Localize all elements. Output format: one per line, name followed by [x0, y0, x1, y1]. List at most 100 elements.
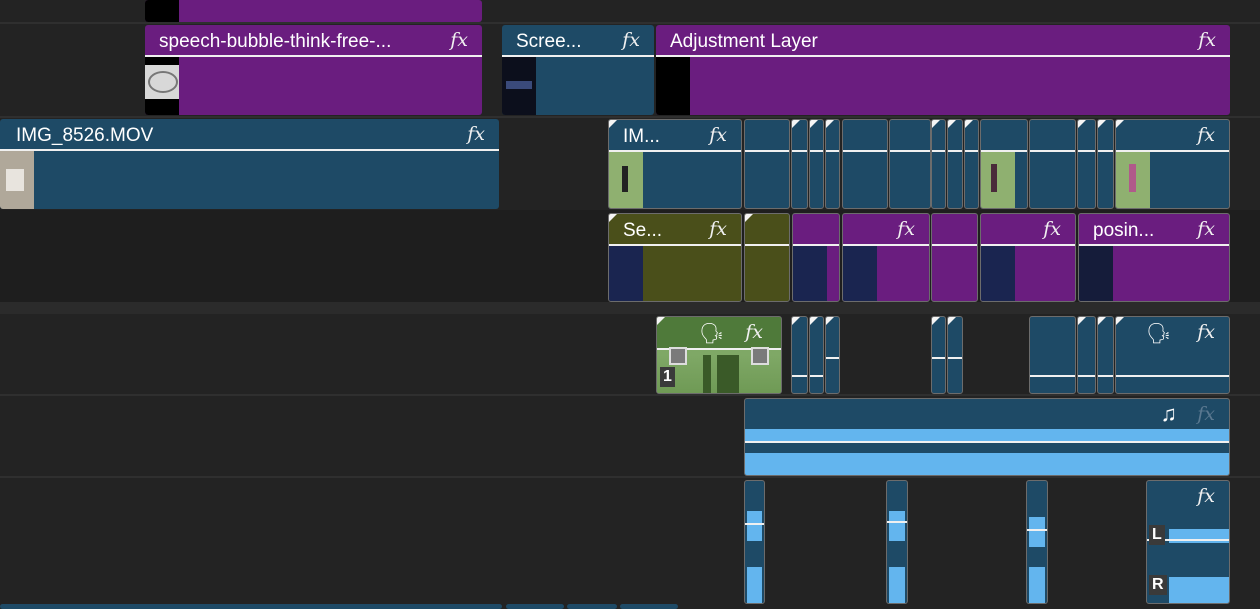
clip-short[interactable] — [889, 119, 931, 209]
audio-clip-short[interactable] — [791, 316, 808, 394]
fx-badge[interactable]: fx — [745, 321, 763, 343]
clip-purple-b[interactable]: fx — [980, 213, 1076, 302]
clip-short[interactable] — [931, 119, 946, 209]
clip-im[interactable]: IM... fx — [608, 119, 742, 209]
waveform — [1029, 517, 1045, 547]
fx-badge[interactable]: fx — [467, 123, 485, 145]
keyframe-handle-out[interactable] — [751, 347, 769, 365]
clip-thumbnail — [1116, 152, 1150, 208]
clip-marker — [1116, 317, 1124, 325]
clip-short[interactable] — [1077, 119, 1096, 209]
clip-header-line — [810, 150, 823, 152]
fx-badge[interactable]: fx — [709, 218, 727, 240]
clip-label: IM... — [623, 126, 660, 147]
audio-clip-short[interactable] — [1026, 480, 1048, 604]
clip-label: Scree... — [516, 31, 582, 52]
track-divider — [0, 22, 1260, 24]
audio-clip-short[interactable] — [1097, 316, 1114, 394]
clip-thumbnail — [843, 246, 877, 301]
thumbnail-image — [6, 169, 24, 191]
fx-badge[interactable]: fx — [622, 29, 640, 51]
thumbnail-image — [506, 81, 532, 89]
clip-bottom-partial[interactable] — [567, 604, 617, 609]
fx-badge[interactable]: fx — [1197, 218, 1215, 240]
clip-marker — [948, 317, 956, 325]
volume-line — [1116, 375, 1229, 377]
clip-label: IMG_8526.MOV — [16, 125, 154, 146]
audio-clip-short[interactable] — [931, 316, 946, 394]
volume-line — [887, 521, 907, 523]
audio-clip-short[interactable] — [809, 316, 824, 394]
clip-purple-short[interactable] — [931, 213, 978, 302]
clip-stereo[interactable]: fx L R — [1146, 480, 1230, 604]
clip-marker — [826, 317, 834, 325]
keyframe-handle-in[interactable] — [669, 347, 687, 365]
clip-short[interactable] — [842, 119, 888, 209]
clip-marker — [609, 214, 617, 222]
fx-badge[interactable]: fx — [1198, 29, 1216, 51]
audio-clip-short[interactable] — [1029, 316, 1076, 394]
fx-badge[interactable]: fx — [1043, 218, 1061, 240]
clip-marker — [810, 317, 818, 325]
clip-header-line — [826, 150, 839, 152]
clip-short[interactable] — [1029, 119, 1076, 209]
clip-short[interactable] — [825, 119, 840, 209]
clip-short[interactable] — [980, 119, 1028, 209]
clip-label: posin... — [1093, 220, 1155, 241]
clip-marker — [1116, 120, 1124, 128]
clip-screen[interactable]: Scree... fx — [502, 25, 654, 115]
audio-clip-short[interactable] — [744, 480, 765, 604]
clip-marker — [965, 120, 973, 128]
clip-short[interactable] — [1097, 119, 1114, 209]
clip-marker — [810, 120, 818, 128]
fx-badge[interactable]: fx — [450, 29, 468, 51]
clip-bottom-partial[interactable] — [620, 604, 678, 609]
clip-voice-green[interactable]: 🗣 fx 1 — [656, 316, 782, 394]
fx-badge[interactable]: fx — [1197, 321, 1215, 343]
fx-badge[interactable]: fx — [897, 218, 915, 240]
waveform-right — [745, 453, 1229, 475]
clip-short[interactable] — [744, 119, 790, 209]
clip-header-line — [890, 150, 930, 152]
clip-short[interactable] — [809, 119, 824, 209]
clip-purple-short[interactable] — [792, 213, 840, 302]
clip-short[interactable] — [964, 119, 979, 209]
left-channel-label: L — [1149, 525, 1165, 545]
fx-badge[interactable]: fx — [1197, 124, 1215, 146]
clip-music[interactable]: ♫ fx — [744, 398, 1230, 476]
audio-clip-short[interactable] — [825, 316, 840, 394]
volume-line — [1098, 375, 1113, 377]
clip-header-line — [1098, 150, 1113, 152]
clip-bottom-partial[interactable] — [506, 604, 564, 609]
audio-clip-short[interactable] — [1077, 316, 1096, 394]
clip-last[interactable]: fx — [1115, 119, 1230, 209]
clip-olive-short[interactable] — [744, 213, 790, 302]
volume-line — [932, 357, 945, 359]
clip-bottom-partial[interactable] — [0, 604, 502, 609]
clip-thumbnail — [1079, 246, 1113, 301]
fx-badge[interactable]: fx — [1197, 485, 1215, 507]
clip-se[interactable]: Se... fx — [608, 213, 742, 302]
fx-badge[interactable]: fx — [1197, 403, 1215, 425]
clip-header-line — [948, 150, 962, 152]
clip-adjustment-layer[interactable]: Adjustment Layer fx — [656, 25, 1230, 115]
clip-thumbnail — [656, 57, 690, 115]
fx-badge[interactable]: fx — [709, 124, 727, 146]
clip-posin[interactable]: posin... fx — [1078, 213, 1230, 302]
clip-purple-a[interactable]: fx — [842, 213, 930, 302]
clip-marker — [792, 120, 800, 128]
clip-marker — [1098, 120, 1106, 128]
clip-voice-blue[interactable]: 🗣 fx — [1115, 316, 1230, 394]
clip-img-8526[interactable]: IMG_8526.MOV fx — [0, 119, 499, 209]
clip-short[interactable] — [947, 119, 963, 209]
audio-clip-short[interactable] — [947, 316, 963, 394]
channel-badge: 1 — [660, 367, 675, 387]
clip-label: speech-bubble-think-free-... — [159, 31, 392, 52]
clip-marker — [932, 317, 940, 325]
track-divider — [0, 394, 1260, 396]
clip-top-partial[interactable] — [145, 0, 482, 22]
audio-clip-short[interactable] — [886, 480, 908, 604]
clip-speech-bubble[interactable]: speech-bubble-think-free-... fx — [145, 25, 482, 115]
speaking-head-icon: 🗣 — [1146, 323, 1172, 345]
clip-short[interactable] — [791, 119, 808, 209]
